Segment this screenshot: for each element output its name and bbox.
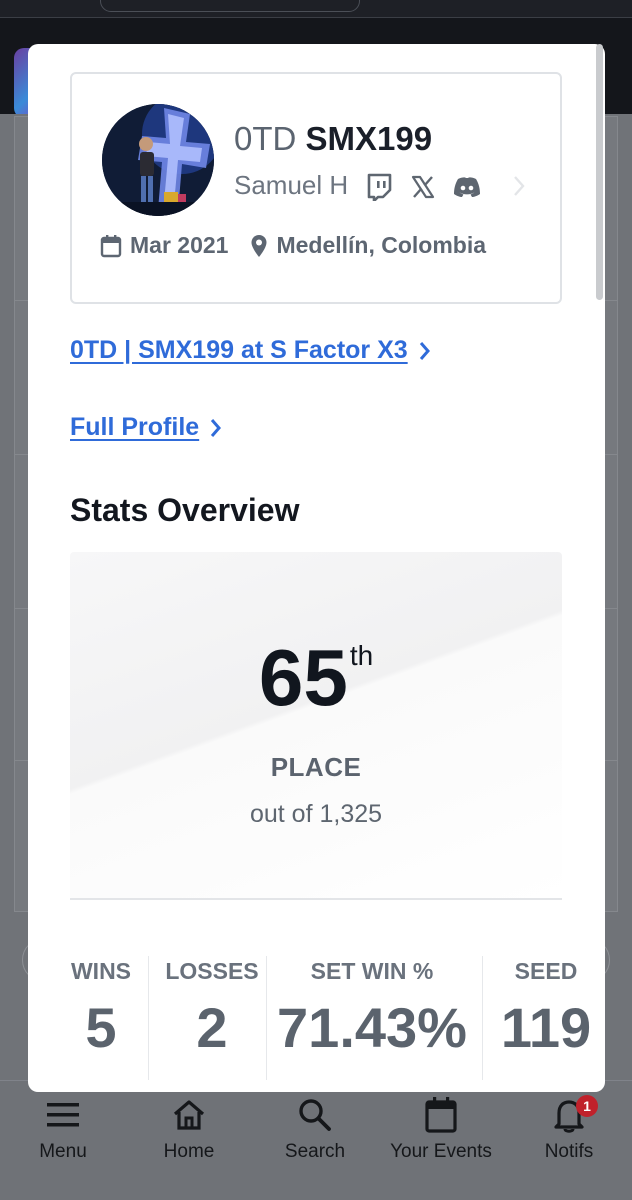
url-bar[interactable] — [100, 0, 360, 12]
nav-home[interactable]: Home — [126, 1095, 252, 1163]
nav-notifs[interactable]: 1 Notifs — [506, 1095, 632, 1163]
search-icon — [252, 1095, 378, 1135]
stat-value: 5 — [85, 996, 117, 1059]
stat-value: 2 — [196, 996, 228, 1059]
chevron-right-icon[interactable] — [512, 174, 526, 203]
nav-search[interactable]: Search — [252, 1095, 378, 1163]
social-links — [364, 172, 482, 202]
place-value: 65 — [258, 633, 348, 722]
browser-top-bar — [0, 0, 632, 18]
location: Medellín, Colombia — [250, 232, 486, 259]
discord-icon[interactable] — [452, 172, 482, 202]
stat-divider — [266, 956, 267, 1080]
calendar-icon — [378, 1095, 504, 1135]
stat-label: SET WIN % — [310, 958, 434, 984]
placement-number: 65th — [70, 638, 562, 718]
event-entrant-link[interactable]: 0TD | SMX199 at S Factor X3 — [70, 336, 432, 365]
stat-value: 119 — [500, 996, 592, 1059]
nav-label: Menu — [39, 1141, 87, 1162]
full-profile-text: Full Profile — [70, 413, 200, 441]
joined-date: Mar 2021 — [100, 232, 228, 259]
profile-card[interactable]: 0TD SMX199 Samuel H Mar 2021 Medellín, C… — [70, 72, 562, 304]
profile-meta: Mar 2021 Medellín, Colombia — [100, 232, 508, 259]
place-out-of: out of 1,325 — [249, 800, 383, 828]
stat-value: 71.43% — [277, 996, 467, 1059]
stat-seed: SEED 119 — [490, 958, 602, 1060]
stat-wins: WINS 5 — [70, 958, 132, 1060]
place-suffix: th — [349, 640, 374, 671]
calendar-icon — [100, 234, 122, 257]
stats-row: WINS 5 LOSSES 2 SET WIN % 71.43% SEED 11… — [70, 898, 591, 1092]
nav-your-events[interactable]: Your Events — [378, 1095, 504, 1163]
nav-label: Your Events — [390, 1141, 492, 1162]
event-link-text: 0TD | SMX199 at S Factor X3 — [70, 336, 408, 364]
twitch-icon[interactable] — [364, 172, 394, 202]
location-pin-icon — [251, 234, 267, 257]
gamertag: SMX199 — [305, 120, 433, 157]
home-icon — [126, 1095, 252, 1135]
nav-menu[interactable]: Menu — [0, 1095, 126, 1163]
chevron-right-icon — [419, 341, 430, 360]
x-icon[interactable] — [408, 172, 438, 202]
menu-icon — [0, 1095, 126, 1135]
stat-losses: LOSSES 2 — [154, 958, 270, 1060]
stats-overview-title: Stats Overview — [70, 492, 300, 528]
stat-divider — [482, 956, 483, 1080]
nav-label: Home — [163, 1141, 215, 1162]
place-label: PLACE — [270, 752, 362, 782]
player-name: 0TD SMX199 — [234, 120, 432, 158]
full-profile-link[interactable]: Full Profile — [70, 413, 223, 442]
bell-icon — [506, 1095, 632, 1135]
notification-badge: 1 — [576, 1095, 598, 1117]
stat-label: LOSSES — [165, 958, 259, 984]
stat-set-win-percent: SET WIN % 71.43% — [274, 958, 470, 1060]
location-text: Medellín, Colombia — [276, 232, 487, 258]
player-modal: 0TD SMX199 Samuel H Mar 2021 Medellín, C… — [28, 44, 605, 1092]
real-name: Samuel H — [234, 170, 349, 200]
stat-divider — [148, 956, 149, 1080]
modal-scrollbar[interactable] — [596, 44, 603, 300]
stat-label: WINS — [70, 958, 132, 984]
placement-card: 65th PLACE out of 1,325 — [70, 552, 562, 900]
sponsor-prefix: 0TD — [234, 120, 297, 157]
nav-label: Notifs — [544, 1141, 594, 1162]
stat-label: SEED — [514, 958, 578, 984]
avatar — [102, 104, 214, 216]
chevron-right-icon — [211, 418, 222, 437]
joined-text: Mar 2021 — [130, 232, 229, 258]
nav-label: Search — [284, 1141, 346, 1162]
bottom-navigation: Menu Home Search Your Events 1 Notifs — [0, 1080, 632, 1200]
